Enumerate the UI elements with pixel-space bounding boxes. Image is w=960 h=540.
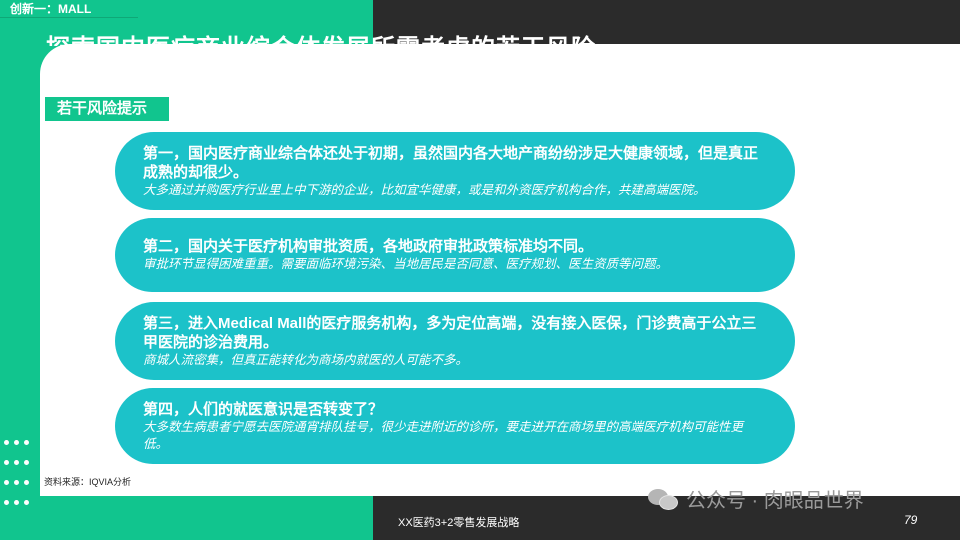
risk-item-1: 第一，国内医疗商业综合体还处于初期，虽然国内各大地产商纷纷涉足大健康领域，但是真…: [115, 132, 795, 210]
risk-heading: 若干风险提示: [45, 97, 169, 121]
risk-item-3-sub: 商城人流密集，但真正能转化为商场内就医的人可能不多。: [143, 352, 469, 367]
risk-item-2-sub: 审批环节显得困难重重。需要面临环境污染、当地居民是否同意、医疗规划、医生资质等问…: [143, 257, 669, 271]
source-note: 资料来源：IQVIA分析: [44, 477, 132, 487]
risk-item-4-main: 第四，人们的就医意识是否转变了？: [143, 400, 384, 418]
decorative-dots: [0, 438, 44, 508]
risk-item-2: 第二，国内关于医疗机构审批资质，各地政府审批政策标准均不同。 审批环节显得困难重…: [115, 218, 795, 292]
watermark: 公众号 · 肉眼品世界: [648, 484, 864, 513]
page-number: 79: [904, 513, 918, 527]
risk-item-4-sub: 大多数生病患者宁愿去医院通宵排队挂号，很少走进附近的诊所，要走进开在商场里的高端…: [143, 419, 744, 451]
section-tag: 创新一：MALL: [0, 0, 138, 18]
risk-item-1-main: 第一，国内医疗商业综合体还处于初期，虽然国内各大地产商纷纷涉足大健康领域，但是真…: [143, 144, 759, 181]
watermark-text: 公众号 · 肉眼品世界: [686, 490, 864, 512]
footer-title: XX医药3+2零售发展战略: [398, 517, 520, 529]
risk-item-3: 第三，进入Medical Mall的医疗服务机构，多为定位高端，没有接入医保，门…: [115, 302, 795, 380]
wechat-icon: [648, 487, 678, 511]
risk-item-2-main: 第二，国内关于医疗机构审批资质，各地政府审批政策标准均不同。: [143, 238, 594, 255]
risk-item-4: 第四，人们的就医意识是否转变了？ 大多数生病患者宁愿去医院通宵排队挂号，很少走进…: [115, 388, 795, 464]
risk-item-3-main: 第三，进入Medical Mall的医疗服务机构，多为定位高端，没有接入医保，门…: [143, 314, 757, 351]
risk-item-1-sub: 大多通过并购医疗行业里上中下游的企业，比如宜华健康，或是和外资医疗机构合作，共建…: [143, 182, 706, 197]
